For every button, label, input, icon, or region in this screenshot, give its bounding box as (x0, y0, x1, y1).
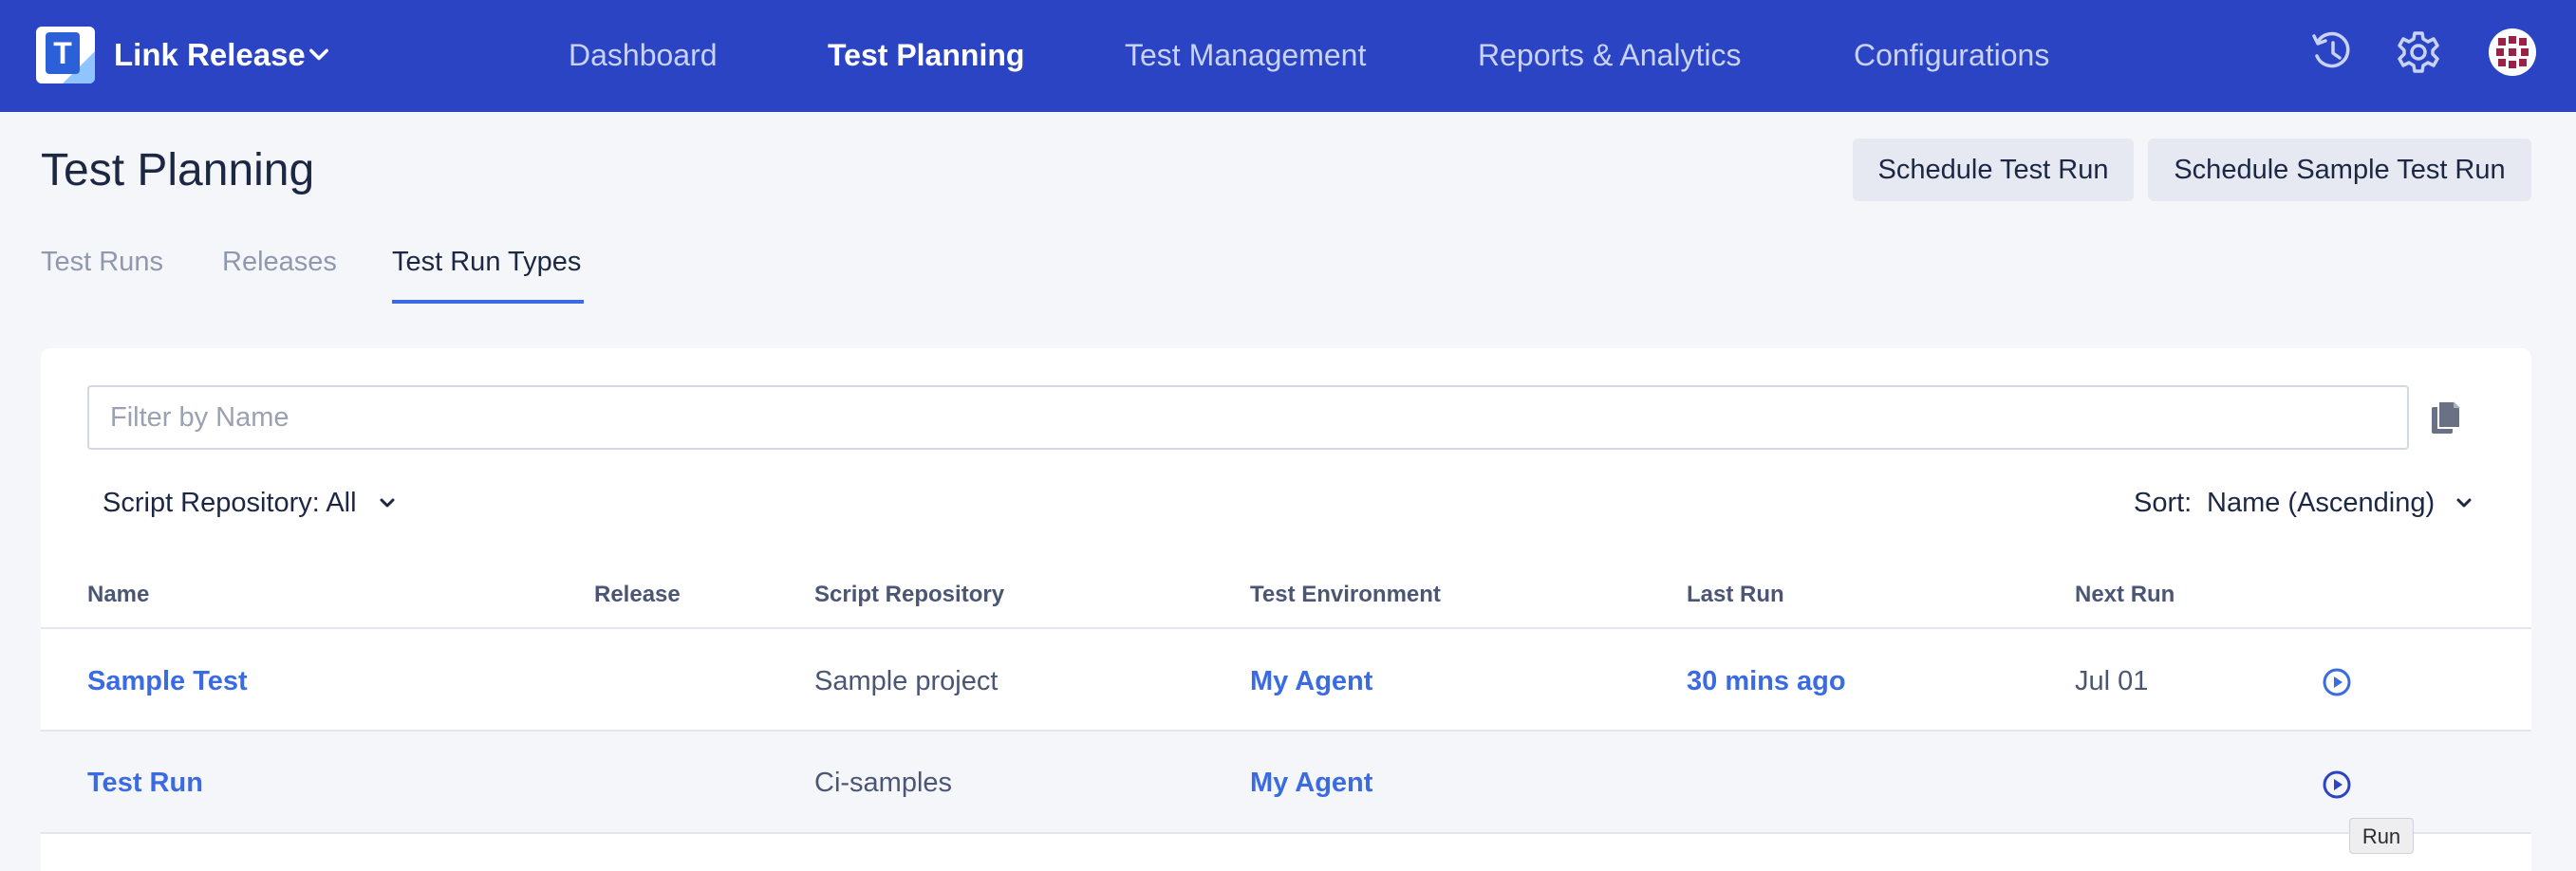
page-title: Test Planning (41, 145, 315, 195)
chevron-down-icon[interactable] (2453, 491, 2475, 514)
script-repository-cell: Ci-samples (814, 768, 953, 798)
test-run-type-name-link[interactable]: Sample Test (87, 662, 248, 700)
nav-test-management[interactable]: Test Management (1125, 34, 1366, 76)
test-run-type-name-link[interactable]: Test Run (87, 764, 203, 802)
column-header-test-environment[interactable]: Test Environment (1250, 581, 1441, 609)
run-tooltip: Run (2349, 818, 2414, 854)
tab-test-runs[interactable]: Test Runs (41, 243, 163, 281)
avatar-pattern-icon (2490, 29, 2535, 75)
column-header-name[interactable]: Name (87, 581, 149, 609)
nav-test-planning[interactable]: Test Planning (828, 34, 1024, 76)
last-run-link[interactable]: 30 mins ago (1687, 662, 1846, 700)
top-navbar: T Link Release Dashboard Test Planning T… (0, 0, 2576, 112)
sort-select[interactable]: Name (Ascending) (2207, 484, 2435, 522)
app-logo[interactable]: T (36, 27, 95, 83)
filter-by-name-input[interactable] (87, 385, 2409, 450)
play-icon[interactable] (2322, 667, 2352, 697)
chevron-down-icon[interactable] (306, 42, 332, 68)
play-icon[interactable] (2322, 769, 2352, 800)
script-repository-filter[interactable]: Script Repository: All (103, 484, 357, 522)
test-environment-link[interactable]: My Agent (1250, 764, 1372, 802)
copy-icon[interactable] (2428, 398, 2464, 436)
schedule-test-run-button[interactable]: Schedule Test Run (1853, 139, 2134, 201)
history-icon[interactable] (2308, 28, 2356, 76)
script-repository-cell: Sample project (814, 666, 999, 696)
logo-letter: T (46, 32, 80, 74)
gear-icon[interactable] (2395, 28, 2442, 76)
column-header-next-run[interactable]: Next Run (2075, 581, 2175, 609)
project-name[interactable]: Link Release (114, 34, 306, 76)
schedule-sample-test-run-button[interactable]: Schedule Sample Test Run (2148, 139, 2531, 201)
tab-test-run-types[interactable]: Test Run Types (392, 243, 581, 281)
table-divider (41, 832, 2531, 834)
avatar[interactable] (2489, 28, 2536, 76)
nav-reports-analytics[interactable]: Reports & Analytics (1478, 34, 1741, 76)
column-header-script-repository[interactable]: Script Repository (814, 581, 1004, 609)
nav-dashboard[interactable]: Dashboard (569, 34, 718, 76)
sort-label: Sort: (2134, 488, 2193, 518)
test-environment-link[interactable]: My Agent (1250, 662, 1372, 700)
next-run-cell: Jul 01 (2075, 666, 2149, 696)
tab-releases[interactable]: Releases (222, 243, 337, 281)
active-tab-indicator (392, 300, 584, 304)
column-header-release[interactable]: Release (594, 581, 681, 609)
table-divider (41, 627, 2531, 629)
column-header-last-run[interactable]: Last Run (1687, 581, 1784, 609)
chevron-down-icon[interactable] (376, 491, 399, 514)
nav-configurations[interactable]: Configurations (1854, 34, 2049, 76)
